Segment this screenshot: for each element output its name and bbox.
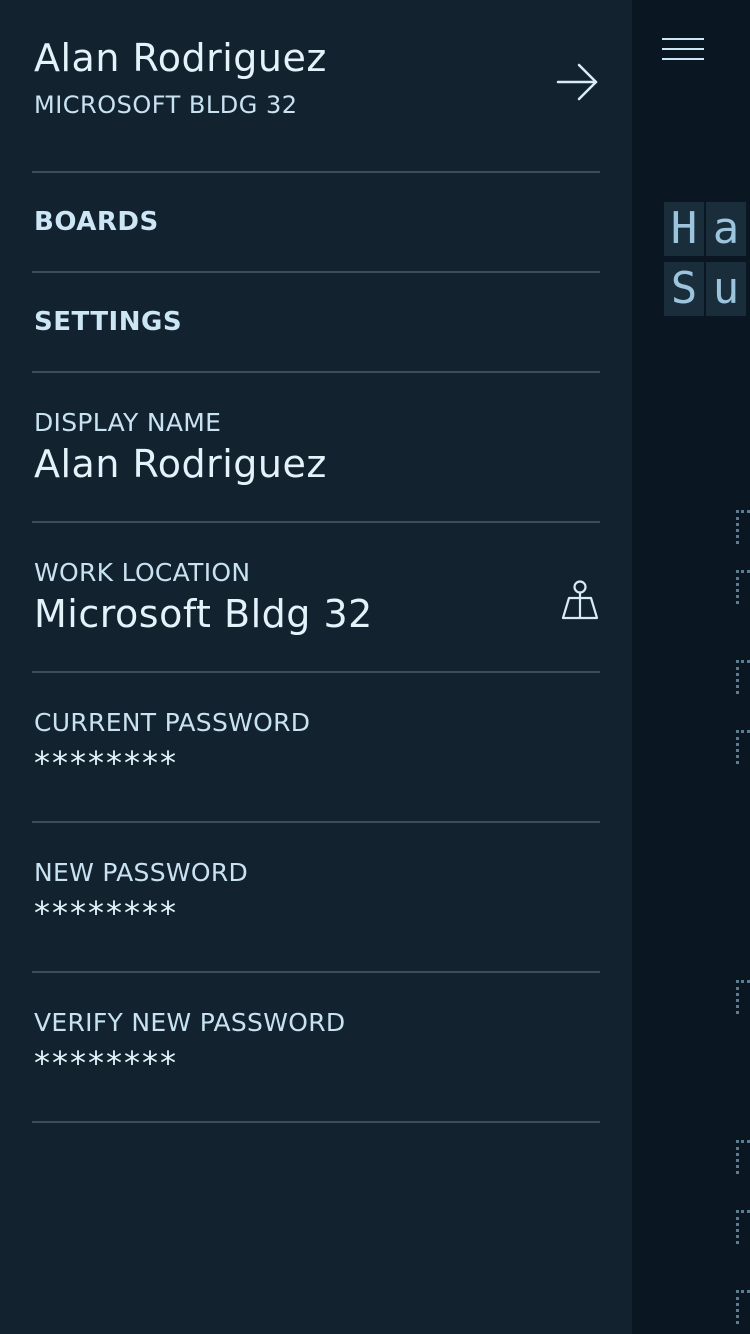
work-location-input[interactable]: Microsoft Bldg 32: [34, 592, 373, 636]
board-tile: u: [706, 262, 746, 316]
display-name-input[interactable]: Alan Rodriguez: [34, 442, 327, 486]
work-location-field[interactable]: WORK LOCATION Microsoft Bldg 32: [34, 558, 600, 678]
new-password-label: NEW PASSWORD: [34, 858, 249, 887]
divider: [32, 171, 600, 173]
verify-password-label: VERIFY NEW PASSWORD: [34, 1008, 346, 1037]
user-location: MICROSOFT BLDG 32: [34, 91, 298, 119]
board-edge-glyph: [736, 730, 750, 764]
new-password-input[interactable]: ********: [34, 894, 178, 932]
work-location-label: WORK LOCATION: [34, 558, 251, 587]
nav-settings[interactable]: SETTINGS: [34, 307, 182, 337]
board-tile: S: [664, 262, 704, 316]
app-screen: H a S u Alan Rodriguez MICROSOFT BLDG 32…: [0, 0, 750, 1334]
map-pin-icon[interactable]: [560, 578, 600, 624]
board-edge-glyph: [736, 660, 750, 694]
board-tile: H: [664, 202, 704, 256]
divider: [32, 971, 600, 973]
divider: [32, 371, 600, 373]
current-password-input[interactable]: ********: [34, 744, 178, 782]
current-password-label: CURRENT PASSWORD: [34, 708, 311, 737]
hamburger-menu-icon[interactable]: [662, 36, 706, 64]
display-name-field[interactable]: DISPLAY NAME Alan Rodriguez: [34, 408, 600, 528]
divider: [32, 271, 600, 273]
user-name: Alan Rodriguez: [34, 36, 327, 80]
user-header: Alan Rodriguez MICROSOFT BLDG 32: [34, 36, 600, 136]
verify-password-field[interactable]: VERIFY NEW PASSWORD ********: [34, 1008, 600, 1128]
board-edge-glyph: [736, 570, 750, 604]
nav-boards[interactable]: BOARDS: [34, 207, 159, 237]
board-edge-glyph: [736, 1210, 750, 1244]
board-edge-glyph: [736, 1290, 750, 1324]
board-edge-glyph: [736, 1140, 750, 1174]
divider: [32, 521, 600, 523]
new-password-field[interactable]: NEW PASSWORD ********: [34, 858, 600, 978]
display-name-label: DISPLAY NAME: [34, 408, 222, 437]
board-tile: a: [706, 202, 746, 256]
verify-password-input[interactable]: ********: [34, 1044, 178, 1082]
board-edge-glyph: [736, 510, 750, 544]
divider: [32, 1121, 600, 1123]
board-edge-glyph: [736, 980, 750, 1014]
arrow-right-icon[interactable]: [556, 62, 600, 102]
current-password-field[interactable]: CURRENT PASSWORD ********: [34, 708, 600, 828]
divider: [32, 821, 600, 823]
settings-drawer: Alan Rodriguez MICROSOFT BLDG 32 BOARDS …: [0, 0, 632, 1334]
divider: [32, 671, 600, 673]
